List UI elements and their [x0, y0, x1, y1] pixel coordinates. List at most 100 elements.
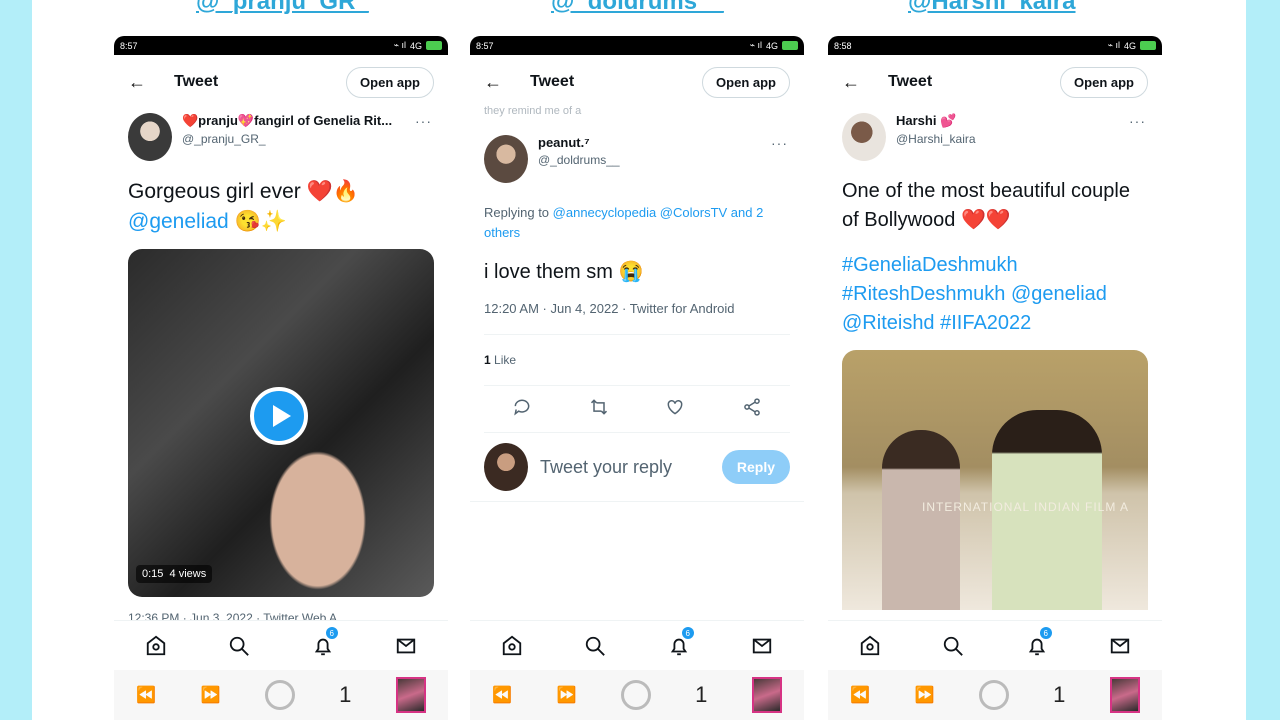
tweet-photo[interactable]: INTERNATIONAL INDIAN FILM A — [842, 350, 1148, 610]
rewind-icon[interactable]: ⏪ — [136, 685, 156, 705]
notification-badge: 6 — [325, 627, 338, 639]
video-player[interactable]: 0:15 4 views — [128, 249, 434, 597]
page-title: Tweet — [174, 73, 219, 90]
more-options-icon[interactable]: ··· — [771, 135, 788, 151]
bottom-nav: 6 — [828, 620, 1162, 671]
reply-input[interactable]: Tweet your reply — [540, 457, 722, 478]
system-nav-bar: ⏪ ⏩ 1 — [114, 670, 448, 720]
bottom-nav: 6 — [470, 620, 804, 671]
reply-button[interactable]: Reply — [721, 450, 790, 484]
reply-composer: Tweet your reply Reply — [470, 433, 804, 502]
status-time: 8:57 — [476, 40, 494, 51]
notifications-icon[interactable]: 6 — [664, 627, 694, 661]
battery-icon — [782, 41, 798, 50]
fast-forward-icon[interactable]: ⏩ — [914, 685, 934, 705]
network-label: 4G — [1123, 40, 1136, 51]
battery-icon — [1140, 41, 1156, 50]
retweet-icon[interactable] — [589, 397, 609, 422]
home-icon[interactable] — [141, 631, 171, 661]
search-icon[interactable] — [224, 631, 254, 661]
status-bar: 8:58 ⌁ ıl 4G — [828, 36, 1162, 55]
display-name[interactable]: Harshi 💕 — [896, 113, 1111, 129]
username[interactable]: @_doldrums__ — [538, 153, 790, 167]
status-bar: 8:57 ⌁ ıl 4G — [470, 36, 804, 55]
tweet-actions — [484, 386, 790, 433]
signal-icon: ⌁ ıl — [749, 40, 762, 50]
like-icon[interactable] — [665, 397, 685, 422]
tab-count[interactable]: 1 — [339, 682, 351, 708]
caption-handle-3: @Harshi_kaira — [908, 0, 1076, 15]
play-button[interactable] — [250, 387, 308, 445]
avatar[interactable] — [128, 113, 172, 161]
tweet-text: One of the most beautiful couple of Boll… — [842, 180, 1130, 231]
messages-icon[interactable] — [391, 631, 421, 661]
username[interactable]: @_pranju_GR_ — [182, 132, 434, 146]
bottom-nav: 6 — [114, 620, 448, 671]
tweet-author: ❤️pranju💖fangirl of Genelia Rit... @_pra… — [114, 109, 448, 165]
search-icon[interactable] — [580, 631, 610, 661]
video-duration: 0:15 — [142, 568, 164, 580]
fast-forward-icon[interactable]: ⏩ — [556, 685, 576, 705]
app-thumbnail[interactable] — [751, 677, 782, 713]
mention-link[interactable]: @geneliad — [128, 210, 229, 233]
system-nav-bar: ⏪ ⏩ 1 — [470, 670, 804, 720]
loading-circle-icon — [978, 680, 1009, 710]
avatar[interactable] — [842, 113, 886, 161]
loading-circle-icon — [620, 680, 651, 710]
tweet-meta: 12:20 AM · Jun 4, 2022 · Twitter for And… — [484, 301, 790, 335]
phone-screenshot-1: 8:57 ⌁ ıl 4G ← Tweet Open app ❤️pranju💖f… — [114, 36, 448, 720]
notification-badge: 6 — [681, 627, 694, 639]
replying-prefix: Replying to — [484, 205, 553, 220]
likes-count[interactable]: 1 Like — [484, 335, 790, 386]
page-title: Tweet — [530, 73, 575, 90]
status-bar: 8:57 ⌁ ıl 4G — [114, 36, 448, 55]
tweet-header: ← Tweet Open app — [470, 55, 804, 109]
app-thumbnail[interactable] — [1109, 677, 1140, 713]
hashtag-links[interactable]: #GeneliaDeshmukh #RiteshDeshmukh @geneli… — [828, 251, 1162, 338]
search-icon[interactable] — [938, 631, 968, 661]
reply-icon[interactable] — [512, 397, 532, 422]
avatar[interactable] — [484, 135, 528, 183]
rewind-icon[interactable]: ⏪ — [850, 685, 870, 705]
back-arrow-icon[interactable]: ← — [842, 72, 882, 93]
caption-handle-1: @_pranju_GR_ — [196, 0, 369, 15]
notifications-icon[interactable]: 6 — [1022, 627, 1052, 661]
notifications-icon[interactable]: 6 — [308, 627, 338, 661]
fast-forward-icon[interactable]: ⏩ — [200, 685, 220, 705]
display-name[interactable]: peanut.⁷ — [538, 135, 753, 150]
display-name[interactable]: ❤️pranju💖fangirl of Genelia Rit... — [182, 113, 397, 129]
tweet-header: ← Tweet Open app — [828, 55, 1162, 109]
tweet-text: Gorgeous girl ever ❤️🔥 @geneliad 😘✨ — [114, 177, 448, 237]
app-thumbnail[interactable] — [395, 677, 426, 713]
status-time: 8:58 — [834, 40, 852, 51]
open-app-button[interactable]: Open app — [346, 66, 434, 98]
status-time: 8:57 — [120, 40, 138, 51]
more-options-icon[interactable]: ··· — [415, 113, 432, 129]
system-nav-bar: ⏪ ⏩ 1 — [828, 670, 1162, 720]
more-options-icon[interactable]: ··· — [1129, 113, 1146, 129]
signal-icon: ⌁ ıl — [393, 40, 406, 50]
phone-screenshot-2: 8:57 ⌁ ıl 4G ← Tweet Open app they remin… — [470, 36, 804, 720]
like-number: 1 — [484, 353, 491, 367]
tab-count[interactable]: 1 — [1053, 682, 1065, 708]
network-label: 4G — [765, 40, 778, 51]
username[interactable]: @Harshi_kaira — [896, 132, 1148, 146]
loading-circle-icon — [264, 680, 295, 710]
tweet-author: peanut.⁷ @_doldrums__ ··· — [470, 131, 804, 187]
tweet-author: Harshi 💕 @Harshi_kaira ··· — [828, 109, 1162, 165]
tab-count[interactable]: 1 — [695, 682, 707, 708]
back-arrow-icon[interactable]: ← — [128, 72, 168, 93]
home-icon[interactable] — [855, 631, 885, 661]
avatar — [484, 443, 528, 491]
home-icon[interactable] — [497, 631, 527, 661]
back-arrow-icon[interactable]: ← — [484, 72, 524, 93]
messages-icon[interactable] — [1105, 631, 1135, 661]
video-views: 4 views — [169, 568, 207, 580]
messages-icon[interactable] — [747, 631, 777, 661]
share-icon[interactable] — [742, 397, 762, 422]
notification-badge: 6 — [1039, 627, 1052, 639]
open-app-button[interactable]: Open app — [702, 66, 790, 98]
rewind-icon[interactable]: ⏪ — [492, 685, 512, 705]
play-icon — [272, 405, 291, 427]
open-app-button[interactable]: Open app — [1060, 66, 1148, 98]
